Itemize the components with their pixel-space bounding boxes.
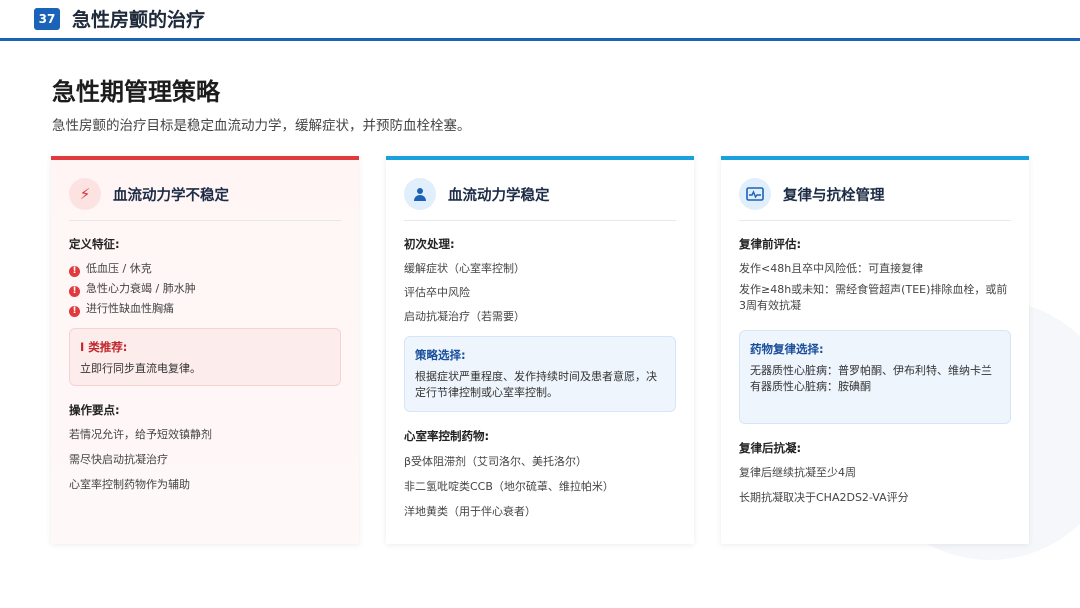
drug-box: 药物复律选择: 无器质性心脏病：普罗帕酮、伊布利特、维纳卡兰 有器质性心脏病：胺… xyxy=(739,330,1011,424)
list-item: 心室率控制药物作为辅助 xyxy=(69,478,190,491)
list-item: 洋地黄类（用于伴心衰者） xyxy=(404,505,536,518)
section-label: 复律后抗凝: xyxy=(739,441,802,455)
strategy-box: 策略选择: 根据症状严重程度、发作持续时间及患者意愿，决定行节律控制或心室率控制… xyxy=(404,336,676,412)
header-bar: 37 急性房颤的治疗 xyxy=(0,0,1080,41)
box-text: 根据症状严重程度、发作持续时间及患者意愿，决定行节律控制或心室率控制。 xyxy=(415,370,657,399)
box-title: 策略选择: xyxy=(415,348,466,362)
card-accent-bar xyxy=(386,156,694,160)
alert-icon: ! xyxy=(69,266,80,277)
list-item: 缓解症状（心室率控制） xyxy=(404,262,525,275)
card-title: 血流动力学稳定 xyxy=(448,188,550,204)
list-item: 发作<48h且卒中风险低：可直接复律 xyxy=(739,262,924,275)
alert-icon: ! xyxy=(69,306,80,317)
box-text: 立即行同步直流电复律。 xyxy=(80,362,201,375)
list-item: 复律后继续抗凝至少4周 xyxy=(739,466,856,479)
section-label: 初次处理: xyxy=(404,237,455,251)
list-item: ! 进行性缺血性胸痛 xyxy=(69,300,174,317)
list-item: ! 急性心力衰竭 / 肺水肿 xyxy=(69,280,196,297)
card-title: 血流动力学不稳定 xyxy=(113,188,229,204)
section-label: 定义特征: xyxy=(69,237,120,251)
list-item: 若情况允许，给予短效镇静剂 xyxy=(69,428,212,441)
list-item: 非二氢吡啶类CCB（地尔硫䓬、维拉帕米） xyxy=(404,480,614,493)
card-header: ⚡ 血流动力学不稳定 xyxy=(69,176,341,221)
card-title: 复律与抗栓管理 xyxy=(783,188,885,204)
box-title: 药物复律选择: xyxy=(750,342,824,356)
box-title: I 类推荐: xyxy=(80,340,128,354)
list-item: 长期抗凝取决于CHA2DS2-VA评分 xyxy=(739,491,909,504)
list-item: 发作≥48h或未知：需经食管超声(TEE)排除血栓，或前3周有效抗凝 xyxy=(739,283,1008,312)
list-item: ! 低血压 / 休克 xyxy=(69,260,152,277)
slide-title: 急性房颤的治疗 xyxy=(72,9,206,31)
page-heading: 急性期管理策略 xyxy=(52,78,220,106)
heart-monitor-icon xyxy=(739,178,771,210)
card-header: 复律与抗栓管理 xyxy=(739,176,1011,221)
section-label: 心室率控制药物: xyxy=(404,429,490,443)
box-line: 有器质性心脏病：胺碘酮 xyxy=(750,380,871,393)
card-rhythm: 复律与抗栓管理 复律前评估: 发作<48h且卒中风险低：可直接复律 发作≥48h… xyxy=(721,156,1029,544)
section-label: 操作要点: xyxy=(69,403,120,417)
page-subtitle: 急性房颤的治疗目标是稳定血流动力学，缓解症状，并预防血栓栓塞。 xyxy=(52,118,471,134)
lightning-icon: ⚡ xyxy=(69,178,101,210)
list-item: 启动抗凝治疗（若需要） xyxy=(404,310,525,323)
section-label: 复律前评估: xyxy=(739,237,802,251)
user-doctor-icon xyxy=(404,178,436,210)
list-item: 需尽快启动抗凝治疗 xyxy=(69,453,168,466)
card-header: 血流动力学稳定 xyxy=(404,176,676,221)
list-item: β受体阻滞剂（艾司洛尔、美托洛尔） xyxy=(404,455,588,468)
recommendation-box: I 类推荐: 立即行同步直流电复律。 xyxy=(69,328,341,386)
box-line: 无器质性心脏病：普罗帕酮、伊布利特、维纳卡兰 xyxy=(750,364,992,377)
card-unstable: ⚡ 血流动力学不稳定 定义特征: ! 低血压 / 休克 ! 急性心力衰竭 / 肺水肿… xyxy=(51,156,359,544)
alert-icon: ! xyxy=(69,286,80,297)
page-number-badge: 37 xyxy=(34,8,60,30)
card-stable: 血流动力学稳定 初次处理: 缓解症状（心室率控制） 评估卒中风险 启动抗凝治疗（… xyxy=(386,156,694,544)
card-accent-bar xyxy=(51,156,359,160)
card-accent-bar xyxy=(721,156,1029,160)
list-item: 评估卒中风险 xyxy=(404,286,470,299)
